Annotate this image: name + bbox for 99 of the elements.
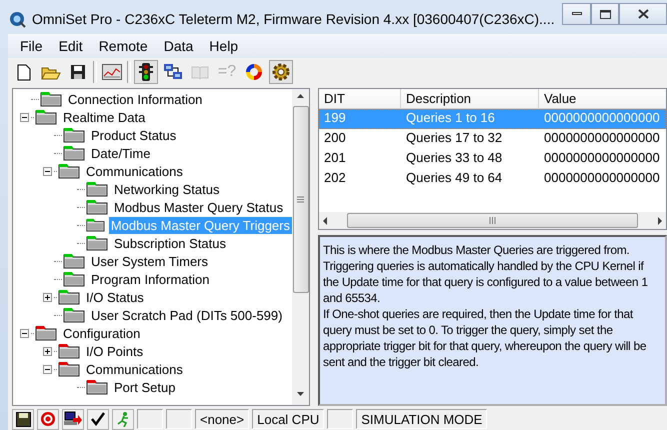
table-cell-text: 0000000000000000 xyxy=(543,110,661,127)
table-cell-text: Queries 17 to 32 xyxy=(405,130,504,147)
tree-item[interactable]: User System Timers xyxy=(89,252,210,270)
list-row[interactable]: 201 Queries 33 to 48 0000000000000000 xyxy=(319,149,666,169)
folder-icon xyxy=(85,379,109,395)
minimize-button[interactable] xyxy=(562,3,591,25)
tree-item[interactable]: Product Status xyxy=(89,126,178,144)
tree-item[interactable]: Connection Information xyxy=(66,90,204,108)
status-pane: SIMULATION MODE xyxy=(356,409,488,429)
minus-icon[interactable] xyxy=(42,364,52,374)
tree-item[interactable]: User Scratch Pad (DITs 500-599) xyxy=(89,306,284,324)
save-icon xyxy=(16,412,30,426)
status-pane xyxy=(137,409,163,429)
list-row[interactable]: 200 Queries 17 to 32 0000000000000000 xyxy=(319,129,666,149)
folder-icon xyxy=(85,181,109,197)
description-text: If One-shot queries are required, then the Update time for that query must be set to 0. To trigger the query, simply set the appropriate trigger bit for that query, whereupon the query will be sent and the trigger bit cleared. xyxy=(323,306,648,370)
tree-item[interactable]: Modbus Master Query Status xyxy=(112,198,286,216)
table-cell-text: 0000000000000000 xyxy=(543,150,661,167)
folder-icon xyxy=(34,325,58,341)
folder-icon xyxy=(62,253,86,269)
status-pane: <none> xyxy=(195,409,250,429)
tree-item[interactable]: Realtime Data xyxy=(61,108,148,126)
minus-icon[interactable] xyxy=(20,112,28,122)
plus-icon[interactable] xyxy=(42,292,52,302)
table-cell-text: Queries 33 to 48 xyxy=(405,150,504,167)
computer-arrow-icon xyxy=(64,411,82,427)
list-row[interactable]: 202 Queries 49 to 64 0000000000000000 xyxy=(319,169,666,189)
table-cell-text: 0000000000000000 xyxy=(543,130,661,147)
status-button[interactable] xyxy=(62,408,84,430)
folder-icon xyxy=(85,235,109,251)
status-pane: Local CPU xyxy=(252,409,324,429)
tree-item[interactable]: Program Information xyxy=(89,270,212,288)
close-icon xyxy=(638,9,648,19)
toolbar-button[interactable] xyxy=(134,60,158,84)
grip-icon xyxy=(489,217,496,224)
tree-item[interactable]: Networking Status xyxy=(112,180,222,198)
app-icon xyxy=(8,10,26,28)
table-cell-text: 199 xyxy=(323,110,347,127)
minus-icon[interactable] xyxy=(20,328,28,338)
folder-icon xyxy=(39,91,63,107)
menu-item[interactable]: Help xyxy=(201,38,246,54)
close-button[interactable] xyxy=(619,3,667,25)
window-title: OmniSet Pro - C236xC Teleterm M2, Firmware Revision 4.xx [03600407(C236xC).... xyxy=(32,10,556,26)
folder-icon xyxy=(34,109,58,125)
traffic-light-icon xyxy=(138,62,154,82)
scrollbar[interactable] xyxy=(319,212,666,229)
table-cell-text: 0000000000000000 xyxy=(543,170,661,187)
tree-item[interactable]: I/O Points xyxy=(84,342,146,360)
toolbar-button[interactable] xyxy=(269,60,293,84)
folder-icon xyxy=(85,199,109,215)
gear-icon xyxy=(271,62,291,82)
folder-icon xyxy=(62,271,86,287)
folder-icon xyxy=(57,343,81,359)
grip-icon xyxy=(297,196,304,203)
folder-icon xyxy=(62,127,86,143)
folder-icon xyxy=(57,361,81,377)
swirl-icon xyxy=(244,62,264,82)
table-cell-text: 200 xyxy=(323,130,347,147)
running-figure-icon xyxy=(115,411,131,427)
checkmark-icon xyxy=(91,412,105,426)
tree-item[interactable]: Date/Time xyxy=(89,144,152,162)
column-header[interactable]: DIT xyxy=(319,89,401,109)
save-icon xyxy=(70,64,86,80)
menu-item[interactable]: Edit xyxy=(50,38,91,54)
minimize-icon xyxy=(572,12,582,16)
target-icon xyxy=(40,411,56,427)
column-header[interactable]: Description xyxy=(401,89,539,109)
new-document-icon xyxy=(17,64,31,80)
menu-item[interactable]: Data xyxy=(156,38,202,54)
network-icon xyxy=(163,63,183,81)
tree-item[interactable]: Communications xyxy=(84,162,185,180)
folder-icon xyxy=(62,145,86,161)
chart-icon xyxy=(102,64,122,80)
folder-icon xyxy=(85,217,106,233)
table-cell-text: Queries 1 to 16 xyxy=(405,110,496,127)
folder-icon xyxy=(62,307,86,323)
maximize-icon xyxy=(600,10,610,18)
plus-icon[interactable] xyxy=(42,346,52,356)
table-cell-text: 201 xyxy=(323,150,347,167)
tree-item[interactable]: Configuration xyxy=(61,324,142,342)
table-cell-text: Queries 49 to 64 xyxy=(405,170,504,187)
tree-item[interactable]: Subscription Status xyxy=(112,234,228,252)
book-icon xyxy=(191,64,209,80)
status-pane xyxy=(327,409,354,429)
status-button[interactable] xyxy=(87,408,109,430)
status-button[interactable] xyxy=(12,408,34,430)
tree-item[interactable]: Communications xyxy=(84,360,185,378)
folder-icon xyxy=(57,289,81,305)
scrollbar[interactable] xyxy=(292,89,309,405)
description-text: This is where the Modbus Master Queries are triggered from. Triggering queries is automatically handled by the CPU Kernel if the Update time for that query is configured to a value between 1 and 65534. xyxy=(323,242,649,306)
tree-item[interactable]: I/O Status xyxy=(84,288,146,306)
maximize-button[interactable] xyxy=(591,3,619,25)
status-pane xyxy=(166,409,192,429)
table-cell-text: 202 xyxy=(323,170,347,187)
minus-icon[interactable] xyxy=(42,166,52,176)
menu-item[interactable]: Remote xyxy=(90,38,156,54)
menu-item[interactable]: File xyxy=(12,38,51,54)
tree-item[interactable]: Port Setup xyxy=(112,378,178,396)
folder-icon xyxy=(57,163,81,179)
